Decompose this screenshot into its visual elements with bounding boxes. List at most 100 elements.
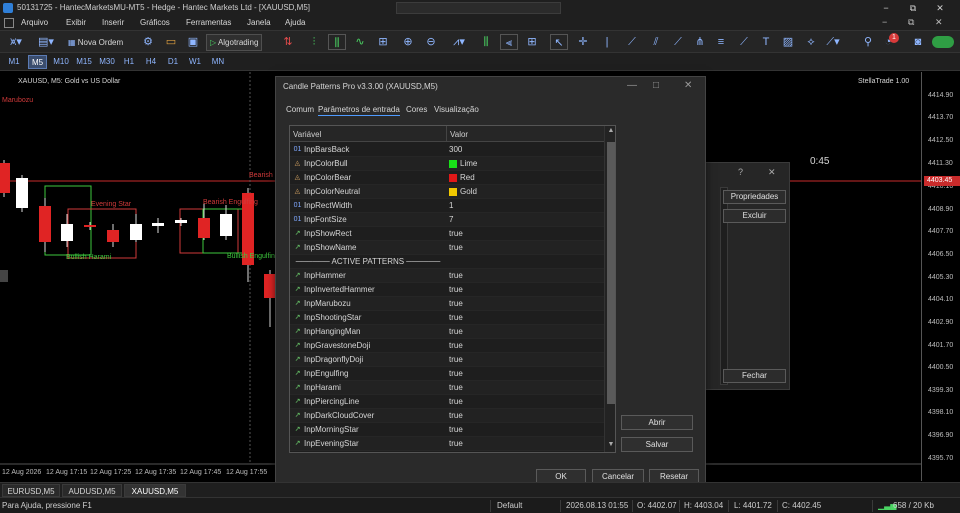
param-row[interactable]: ↗ InpHammer true [290, 269, 604, 283]
zoom-in-icon[interactable]: ⊕ [400, 34, 416, 50]
param-value[interactable]: 1 [449, 201, 453, 210]
grid-scrollbar[interactable]: ▲ ▼ [604, 126, 615, 452]
param-value[interactable]: Red [460, 173, 475, 182]
param-row[interactable]: ↗ InpPiercingLine true [290, 395, 604, 409]
menu-inserir[interactable]: Inserir [102, 18, 124, 27]
param-value[interactable]: Gold [460, 187, 477, 196]
close-button[interactable]: ✕ [930, 2, 950, 14]
folder-icon[interactable]: ▭ [163, 34, 179, 50]
minimize-button[interactable]: − [876, 2, 896, 14]
tf-h4[interactable]: H4 [142, 55, 160, 69]
autoscroll-icon[interactable]: ⫼ [478, 34, 494, 50]
elliott-icon[interactable]: ⟋ [736, 34, 752, 50]
account-icon[interactable]: ◙ [910, 34, 926, 50]
delete-button[interactable]: Excluir [723, 209, 786, 223]
image-icon[interactable]: ▨ [780, 34, 796, 50]
menu-exibir[interactable]: Exibir [66, 18, 86, 27]
vertical-line-icon[interactable]: | [599, 34, 615, 50]
tab-visualizacao[interactable]: Visualização [434, 105, 479, 114]
close-icon[interactable]: ✕ [768, 167, 776, 178]
column-variable[interactable]: Variável [293, 130, 321, 139]
tile-windows-icon[interactable]: ⊞ [524, 34, 540, 50]
tab-comum[interactable]: Comum [286, 105, 314, 114]
zoom-out-icon[interactable]: ⊖ [423, 34, 439, 50]
fibonacci-icon[interactable]: ⟋ [670, 34, 686, 50]
line-chart-icon[interactable]: ∿ [352, 34, 368, 50]
tf-w1[interactable]: W1 [186, 55, 204, 69]
param-row[interactable]: ↗ InpGravestoneDoji true [290, 339, 604, 353]
tf-d1[interactable]: D1 [164, 55, 182, 69]
cursor-icon[interactable]: ↖ [550, 34, 568, 50]
param-value[interactable]: true [449, 229, 463, 238]
tf-h1[interactable]: H1 [120, 55, 138, 69]
strategy-tester-icon[interactable]: ⇅ [280, 34, 296, 50]
param-row[interactable]: 01 InpBarsBack 300 [290, 143, 604, 157]
tf-mn[interactable]: MN [208, 55, 228, 69]
tf-m15[interactable]: M15 [73, 55, 95, 69]
dialog-minimize-icon[interactable]: — [627, 80, 637, 91]
scroll-up-icon[interactable]: ▲ [606, 127, 615, 134]
chart-restore-icon[interactable]: ⧉ [908, 17, 914, 28]
param-value[interactable]: true [449, 369, 463, 378]
param-row[interactable]: ◬ InpColorBull Lime [290, 157, 604, 171]
chart-close-icon[interactable]: ✕ [935, 17, 943, 28]
save-button[interactable]: Salvar [621, 437, 693, 452]
tf-m10[interactable]: M10 [50, 55, 72, 69]
new-order-button[interactable]: ▦ Nova Ordem [64, 34, 127, 51]
tab-xauusd[interactable]: XAUUSD,M5 [124, 484, 186, 497]
param-value[interactable]: true [449, 397, 463, 406]
search-box[interactable] [396, 2, 561, 14]
tab-input-parameters[interactable]: Parâmetros de entrada [318, 105, 400, 116]
param-value[interactable]: true [449, 341, 463, 350]
param-row[interactable]: ↗ InpMarubozu true [290, 297, 604, 311]
chart-minimize-icon[interactable]: − [882, 17, 887, 27]
param-row[interactable]: ↗ InpDarkCloudCover true [290, 409, 604, 423]
parameters-grid[interactable]: Variável Valor 01 InpBarsBack 300 ◬ InpColor… [289, 125, 616, 453]
param-row[interactable]: ◬ InpColorBear Red [290, 171, 604, 185]
tab-cores[interactable]: Cores [406, 105, 427, 114]
tf-m1[interactable]: M1 [4, 55, 24, 69]
color-swatch[interactable] [449, 188, 457, 196]
param-value[interactable]: true [449, 327, 463, 336]
param-row[interactable]: ↗ InpEveningStar true [290, 437, 604, 451]
trendline-icon[interactable]: ⟋ [624, 34, 640, 50]
param-row[interactable]: ↗ InpMorningStar true [290, 423, 604, 437]
param-value[interactable]: true [449, 439, 463, 448]
templates-icon[interactable]: ▤▾ [34, 34, 58, 50]
signals-icon[interactable]: ⚙ [140, 34, 156, 50]
param-value[interactable]: true [449, 355, 463, 364]
param-value[interactable]: true [449, 243, 463, 252]
more-tools-icon[interactable]: ⟋▾ [823, 34, 843, 50]
param-row[interactable]: ↗ InpDragonflyDoji true [290, 353, 604, 367]
menu-ajuda[interactable]: Ajuda [285, 18, 305, 27]
open-button[interactable]: Abrir [621, 415, 693, 430]
close-button[interactable]: Fechar [723, 369, 786, 383]
color-swatch[interactable] [449, 174, 457, 182]
param-row[interactable]: ↗ InpEngulfing true [290, 367, 604, 381]
dialog-close-icon[interactable]: ✕ [684, 80, 692, 91]
arrows-icon[interactable]: ⟡ [803, 34, 819, 50]
param-value[interactable]: true [449, 271, 463, 280]
column-separator[interactable] [446, 126, 447, 142]
price-scale[interactable]: 4414.90 4413.70 4412.50 4411.30 4410.10 … [922, 72, 960, 481]
param-row[interactable]: ◬ InpColorNeutral Gold [290, 185, 604, 199]
algotrading-button[interactable]: ▷ Algotrading [206, 34, 263, 51]
param-row[interactable]: 01 InpRectWidth 1 [290, 199, 604, 213]
chart-scroll-handle[interactable] [0, 270, 8, 282]
param-row[interactable]: ↗ InpHarami true [290, 381, 604, 395]
menu-graficos[interactable]: Gráficos [140, 18, 170, 27]
tab-audusd[interactable]: AUDUSD,M5 [62, 484, 122, 497]
param-row[interactable]: ↗ InpHangingMan true [290, 325, 604, 339]
menu-ferramentas[interactable]: Ferramentas [186, 18, 231, 27]
indicators-icon[interactable]: ⩘▾ [448, 34, 470, 50]
grid-icon[interactable]: ⊞ [375, 34, 391, 50]
param-value[interactable]: true [449, 313, 463, 322]
scroll-down-icon[interactable]: ▼ [606, 441, 615, 448]
connection-toggle[interactable] [932, 36, 954, 48]
param-row[interactable]: ↗ InpInvertedHammer true [290, 283, 604, 297]
restore-button[interactable]: ⧉ [903, 2, 923, 14]
tf-m5[interactable]: M5 [28, 55, 47, 69]
param-value[interactable]: true [449, 285, 463, 294]
candlestick-icon[interactable]: ⫼ [328, 34, 346, 50]
crosshair-icon[interactable]: ✛ [575, 34, 591, 50]
